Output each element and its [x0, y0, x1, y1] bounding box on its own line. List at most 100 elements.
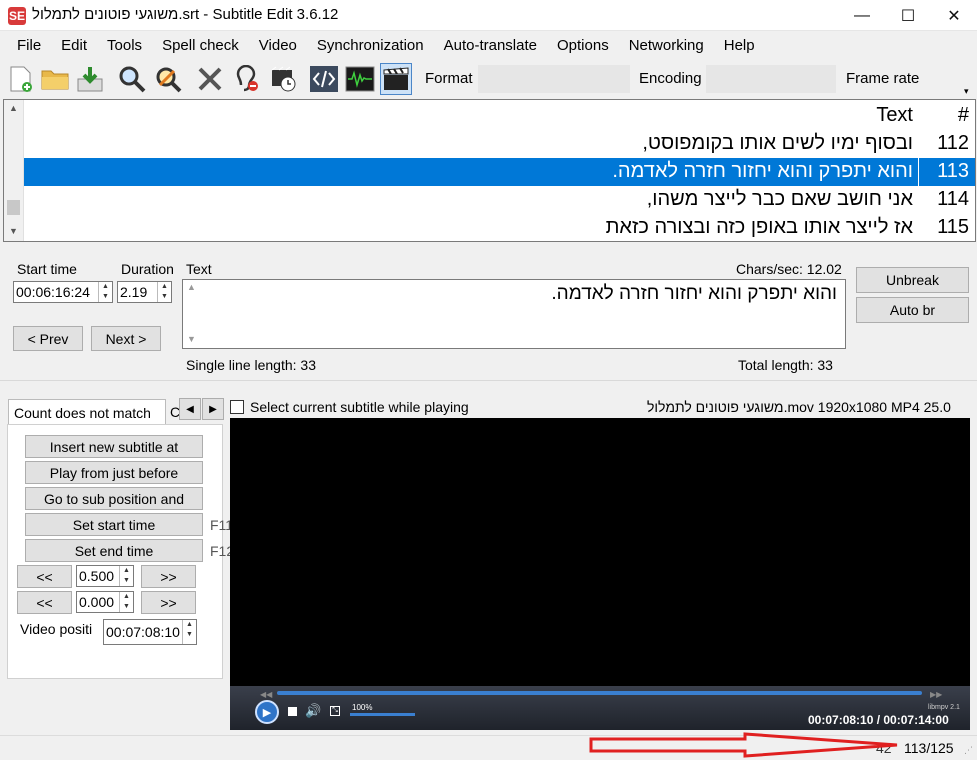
scroll-down-icon[interactable]: ▼ [9, 226, 18, 236]
fast-forward-icon[interactable]: ▶▶ [930, 690, 942, 699]
video-position-input[interactable]: 00:07:08:10 ▲ ▼ [103, 619, 197, 645]
video-clapper-icon[interactable] [380, 63, 412, 95]
back-small-button[interactable]: << [17, 565, 72, 588]
unbreak-button[interactable]: Unbreak [856, 267, 969, 293]
menu-bar: File Edit Tools Spell check Video Synchr… [0, 32, 977, 59]
row-number: 114 [937, 188, 969, 210]
next-button[interactable]: Next > [91, 326, 161, 351]
step-small-value: 0.500 [79, 568, 115, 584]
auto-br-button[interactable]: Auto br [856, 297, 969, 323]
header-number[interactable]: # [919, 104, 969, 127]
menu-synchronization[interactable]: Synchronization [307, 32, 434, 59]
volume-icon[interactable]: 🔊 [305, 703, 321, 719]
tab-count-does-not-match[interactable]: Count does not match [8, 399, 166, 425]
step-large-spinner[interactable]: ▲ ▼ [119, 592, 133, 612]
start-time-input[interactable]: 00:06:16:24 ▲ ▼ [13, 281, 113, 303]
table-row[interactable]: אז לייצר אותו באופן כזה ובצורה כזאת 115 [24, 214, 975, 242]
table-row-selected[interactable]: והוא יתפרק והוא יחזור חזרה לאדמה. 113 [24, 158, 975, 186]
prev-button[interactable]: < Prev [13, 326, 83, 351]
title-bar: SE משוגעי פוטונים לתמלול.srt - Subtitle … [0, 0, 977, 31]
duration-spinner[interactable]: ▲ ▼ [157, 282, 171, 302]
table-row[interactable]: ובסוף ימיו לשים אותו בקומפוסט, 112 [24, 130, 975, 158]
set-start-time-button[interactable]: Set start time [25, 513, 203, 536]
row-text: ובסוף ימיו לשים אותו בקומפוסט, [642, 132, 913, 154]
menu-spell-check[interactable]: Spell check [152, 32, 249, 59]
step-small-spinner[interactable]: ▲ ▼ [119, 566, 133, 586]
row-number: 113 [937, 160, 969, 182]
find-icon[interactable] [116, 63, 148, 95]
new-file-icon[interactable] [5, 63, 37, 95]
editor-scroll-down-icon[interactable]: ▼ [187, 334, 196, 344]
source-view-icon[interactable] [308, 63, 340, 95]
back-large-button[interactable]: << [17, 591, 72, 614]
visual-sync-icon[interactable] [267, 63, 299, 95]
open-folder-icon[interactable] [39, 63, 71, 95]
forward-large-button[interactable]: >> [141, 591, 196, 614]
menu-networking[interactable]: Networking [619, 32, 714, 59]
insert-new-subtitle-button[interactable]: Insert new subtitle at [25, 435, 203, 458]
menu-options[interactable]: Options [547, 32, 619, 59]
table-row[interactable]: אני חושב שאם כבר לייצר משהו, 114 [24, 186, 975, 214]
fullscreen-icon[interactable]: ⤡ [330, 706, 340, 716]
format-dropdown[interactable] [478, 65, 630, 93]
row-number: 112 [937, 132, 969, 154]
editor-scroll-up-icon[interactable]: ▲ [187, 282, 196, 292]
subtitle-position: 113/125 [904, 740, 954, 756]
play-from-before-button[interactable]: Play from just before [25, 461, 203, 484]
replace-icon[interactable] [152, 63, 184, 95]
minimize-button[interactable]: — [839, 0, 885, 31]
seek-bar[interactable] [277, 691, 922, 695]
header-text[interactable]: Text [876, 104, 913, 127]
resize-grip-icon[interactable]: ⋰ [964, 745, 973, 756]
close-button[interactable]: ✕ [931, 0, 977, 31]
menu-tools[interactable]: Tools [97, 32, 152, 59]
video-position-value: 00:07:08:10 [106, 624, 180, 640]
playback-time: 00:07:08:10 / 00:07:14:00 [808, 713, 949, 727]
menu-edit[interactable]: Edit [51, 32, 97, 59]
duration-label: Duration [121, 261, 174, 277]
menu-auto-translate[interactable]: Auto-translate [434, 32, 547, 59]
duration-input[interactable]: 2.19 ▲ ▼ [117, 281, 172, 303]
step-small-input[interactable]: 0.500 ▲ ▼ [76, 565, 134, 587]
subtitle-text-editor[interactable]: ▲ ▼ והוא יתפרק והוא יחזור חזרה לאדמה. [182, 279, 846, 349]
stop-icon[interactable] [288, 707, 297, 716]
maximize-button[interactable]: ☐ [885, 0, 931, 31]
select-current-checkbox[interactable] [230, 400, 244, 414]
start-time-spinner[interactable]: ▲ ▼ [98, 282, 112, 302]
tab-label: Count does not match [14, 405, 151, 421]
menu-file[interactable]: File [7, 32, 51, 59]
play-button[interactable]: ▶ [255, 700, 279, 724]
tab-scroll-right-button[interactable]: ▶ [202, 398, 224, 420]
fix-tools-icon[interactable] [194, 63, 226, 95]
save-download-icon[interactable] [74, 63, 106, 95]
engine-label: libmpv 2.1 [928, 704, 960, 711]
menu-help[interactable]: Help [714, 32, 765, 59]
start-time-label: Start time [17, 261, 77, 277]
grid-scrollbar[interactable]: ▲ ▼ [4, 100, 24, 241]
subtitle-grid[interactable]: ▲ ▼ Text # ובסוף ימיו לשים אותו בקומפוסט… [3, 99, 976, 242]
video-position-spinner[interactable]: ▲ ▼ [182, 620, 196, 644]
panel-splitter[interactable] [0, 380, 977, 381]
set-end-time-button[interactable]: Set end time [25, 539, 203, 562]
video-player[interactable] [230, 418, 970, 730]
forward-small-button[interactable]: >> [141, 565, 196, 588]
rewind-icon[interactable]: ◀◀ [260, 690, 272, 699]
waveform-icon[interactable] [344, 63, 376, 95]
spellcheck-ear-icon[interactable] [230, 63, 262, 95]
tab-scroll-left-button[interactable]: ◀ [179, 398, 201, 420]
go-to-sub-position-button[interactable]: Go to sub position and [25, 487, 203, 510]
step-large-value: 0.000 [79, 594, 115, 610]
video-file-info: משוגעי פוטונים לתמלול.mov 1920x1080 MP4 … [647, 399, 951, 415]
row-text: והוא יתפרק והוא יחזור חזרה לאדמה. [612, 160, 913, 182]
volume-slider[interactable] [350, 713, 415, 716]
total-length: Total length: 33 [738, 357, 833, 373]
menu-video[interactable]: Video [249, 32, 307, 59]
toolbar-overflow-icon[interactable]: ▾ [964, 86, 969, 97]
encoding-dropdown[interactable] [706, 65, 836, 93]
step-large-input[interactable]: 0.000 ▲ ▼ [76, 591, 134, 613]
select-current-label: Select current subtitle while playing [250, 399, 469, 415]
frame-rate-label: Frame rate [846, 70, 920, 87]
scrollbar-thumb[interactable] [7, 200, 20, 215]
scroll-up-icon[interactable]: ▲ [9, 103, 18, 113]
format-label: Format [425, 70, 473, 87]
